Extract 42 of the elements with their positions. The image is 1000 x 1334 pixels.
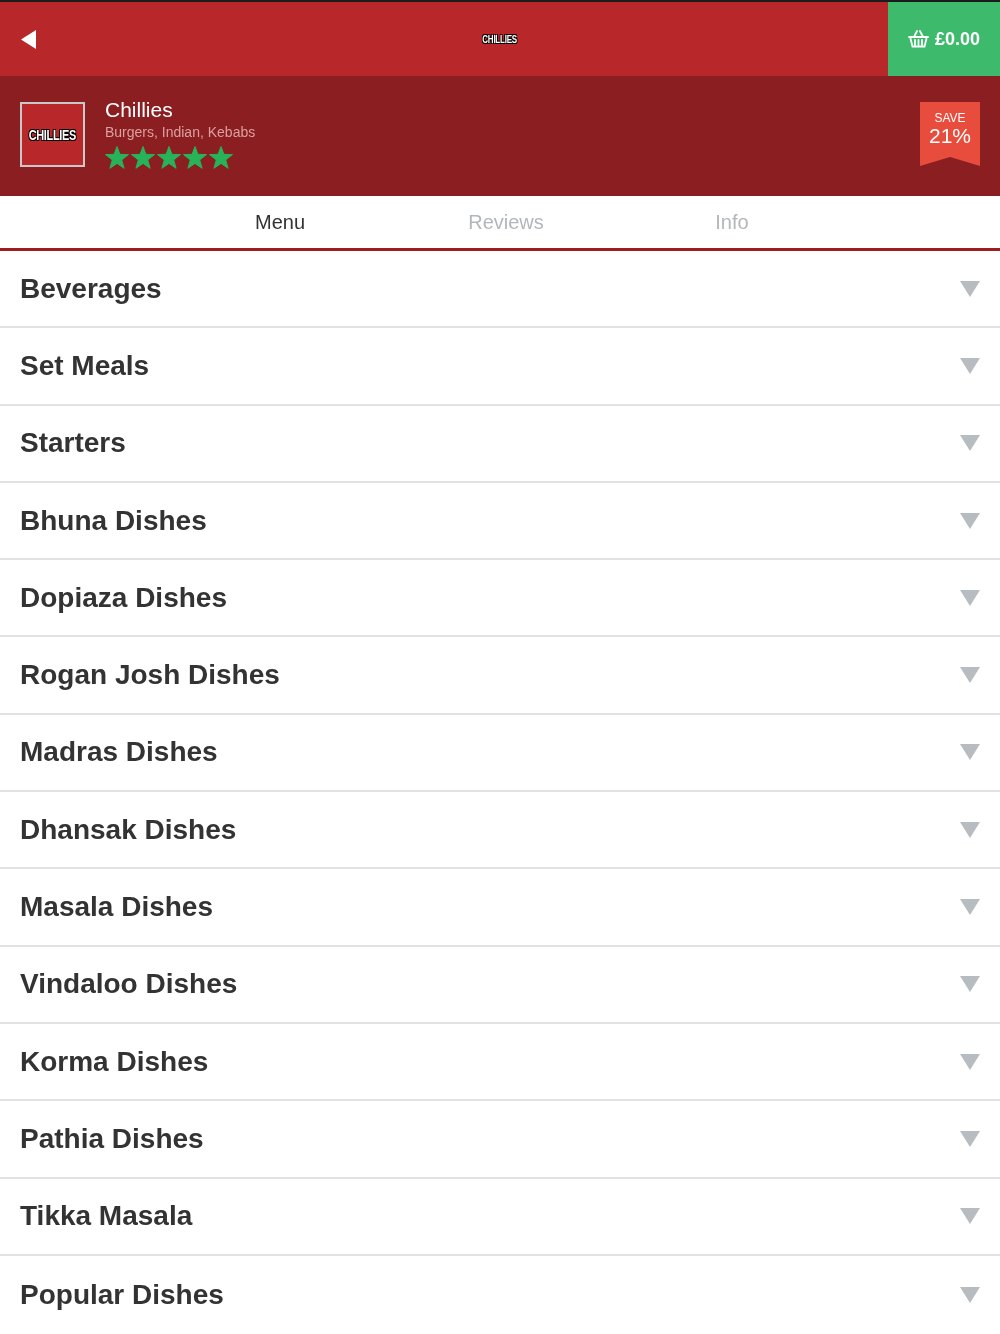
discount-value: 21% — [929, 125, 971, 147]
category-title: Vindaloo Dishes — [20, 968, 238, 1001]
caret-icon — [960, 435, 980, 452]
caret-icon — [960, 512, 980, 529]
category-title: Pathia Dishes — [20, 1122, 204, 1155]
category-title: Beverages — [20, 272, 162, 305]
caret-icon — [960, 821, 980, 838]
category-title: Popular Dishes — [20, 1278, 224, 1311]
tab[interactable]: Menu — [255, 210, 305, 234]
caret-icon — [960, 357, 980, 374]
caret-icon — [960, 1208, 980, 1225]
save-label: SAVE — [934, 112, 966, 125]
star-icon — [105, 146, 129, 169]
category-title: Bhuna Dishes — [20, 504, 207, 537]
star-icon — [209, 146, 233, 169]
star-icon — [157, 146, 181, 169]
category-title: Dhansak Dishes — [20, 813, 237, 846]
category-title: Dopiaza Dishes — [20, 581, 227, 614]
caret-icon — [960, 589, 980, 606]
caret-icon — [960, 1286, 980, 1303]
caret-icon — [960, 744, 980, 761]
caret-icon — [960, 899, 980, 915]
restaurant-name: Chillies — [105, 97, 174, 123]
category-title: Korma Dishes — [20, 1045, 209, 1078]
cuisine-list: Burgers, Indian, Kebabs — [105, 123, 256, 141]
caret-icon — [960, 280, 980, 297]
star-icon — [131, 146, 155, 169]
back-icon[interactable] — [20, 29, 38, 49]
category-title: Madras Dishes — [20, 736, 218, 769]
basket-icon — [907, 30, 929, 48]
star-icon — [183, 146, 207, 169]
logo-title: CHILLIES — [482, 33, 518, 45]
category-title: Rogan Josh Dishes — [20, 659, 280, 692]
caret-icon — [960, 1053, 980, 1070]
category-title: Set Meals — [20, 349, 150, 382]
category-title: Starters — [20, 427, 126, 460]
category-title: Tikka Masala — [20, 1200, 193, 1233]
logo-text: CHILLIES — [28, 126, 77, 143]
category-title: Masala Dishes — [20, 891, 213, 923]
caret-icon — [960, 1130, 980, 1147]
caret-icon — [960, 976, 980, 993]
caret-icon — [960, 667, 980, 684]
